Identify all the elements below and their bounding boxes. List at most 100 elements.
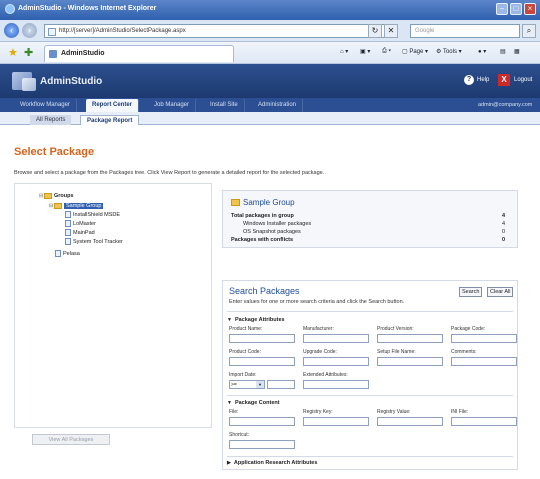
view-all-packages-button[interactable]: View All Packages xyxy=(32,434,110,445)
clear-all-button[interactable]: Clear All xyxy=(487,287,514,297)
search-icon[interactable]: ⌕ xyxy=(522,24,536,38)
package-icon xyxy=(65,211,71,219)
tree-node-package[interactable]: LoMaster xyxy=(65,220,96,229)
tree-node-package[interactable]: System Tool Tracker xyxy=(65,238,123,247)
product-name-input[interactable] xyxy=(229,334,295,343)
page-icon xyxy=(48,28,56,36)
tab-job-manager[interactable]: Job Manager xyxy=(148,99,197,112)
close-window-button[interactable]: × xyxy=(524,3,536,15)
upgrade-code-input[interactable] xyxy=(303,357,369,366)
tools-menu[interactable]: ⚙ Tools ▾ xyxy=(436,48,462,55)
folder-icon xyxy=(54,202,62,209)
registry-value-input[interactable] xyxy=(377,417,443,426)
page-menu[interactable]: ▢ Page ▾ xyxy=(402,48,428,55)
package-code-input[interactable] xyxy=(451,334,517,343)
summary-row: OS Snapshot packages 0 xyxy=(243,229,513,235)
summary-label: Total packages in group xyxy=(231,213,294,219)
manufacturer-input[interactable] xyxy=(303,334,369,343)
stop-icon[interactable]: ✕ xyxy=(384,24,398,38)
product-code-input[interactable] xyxy=(229,357,295,366)
extended-attributes-input[interactable] xyxy=(303,380,369,389)
extended-attributes-label: Extended Attributes: xyxy=(303,372,348,378)
help-icon[interactable]: ? xyxy=(464,75,474,85)
tab-workflow-manager[interactable]: Workflow Manager xyxy=(14,99,77,112)
divider xyxy=(227,456,513,457)
product-name-label: Product Name: xyxy=(229,326,263,332)
product-version-input[interactable] xyxy=(377,334,443,343)
app-header: AdminStudio ? Help X Logout xyxy=(0,64,540,98)
browser-search-input[interactable]: Google xyxy=(410,24,520,38)
summary-value: 4 xyxy=(501,213,505,219)
address-bar-row: ‹ › http://[server]/AdminStudio/SelectPa… xyxy=(0,20,540,42)
search-title: Search Packages xyxy=(229,286,300,296)
address-input[interactable]: http://[server]/AdminStudio/SelectPackag… xyxy=(44,24,394,38)
extra-toolbar-icon[interactable]: ▦ xyxy=(514,48,520,55)
subtab-package-report[interactable]: Package Report xyxy=(80,115,140,125)
add-favorite-icon[interactable]: ✚ xyxy=(24,46,33,59)
tree-node-other[interactable]: Pelasa xyxy=(55,250,80,259)
back-button[interactable]: ‹ xyxy=(4,23,19,38)
import-date-operator-select[interactable]: >= ▼ xyxy=(229,380,265,389)
print-icon[interactable]: ⎙ ▾ xyxy=(382,48,391,55)
summary-row: Windows Installer packages 4 xyxy=(243,221,513,227)
logout-icon[interactable]: X xyxy=(498,74,510,86)
setup-file-name-input[interactable] xyxy=(377,357,443,366)
collapse-arrow-icon[interactable]: ▼ xyxy=(227,400,232,406)
group-summary-panel: Sample Group Total packages in group 4 Wi… xyxy=(222,190,518,248)
section-package-attributes[interactable]: ▼ Package Attributes xyxy=(227,317,285,323)
import-date-operator-value: >= xyxy=(231,382,237,388)
manufacturer-label: Manufacturer: xyxy=(303,326,334,332)
tab-page-icon xyxy=(49,50,57,58)
research-icon[interactable]: ▤ xyxy=(500,48,506,55)
search-button[interactable]: Search xyxy=(459,287,483,297)
search-hint: Enter values for one or more search crit… xyxy=(229,299,405,305)
browser-tab[interactable]: AdminStudio xyxy=(44,45,234,62)
section-package-content[interactable]: ▼ Package Content xyxy=(227,400,280,406)
feeds-icon[interactable]: ▣ ▾ xyxy=(360,48,370,55)
import-date-input[interactable] xyxy=(267,380,295,389)
section-label: Package Content xyxy=(234,400,280,406)
maximize-button[interactable]: □ xyxy=(510,3,522,15)
section-application-research[interactable]: ▶ Application Research Attributes xyxy=(227,460,317,466)
tree-node-package[interactable]: MainPad xyxy=(65,229,95,238)
tools-menu-label: Tools xyxy=(442,49,457,55)
file-input[interactable] xyxy=(229,417,295,426)
tree-package-label: InstallShield MSDE xyxy=(73,212,121,218)
search-packages-panel: Search Packages Enter values for one or … xyxy=(222,280,518,470)
tab-report-center[interactable]: Report Center xyxy=(86,99,140,112)
summary-label: Packages with conflicts xyxy=(231,237,294,243)
internet-explorer-icon xyxy=(5,4,15,14)
section-label: Package Attributes xyxy=(234,317,285,323)
tree-node-package[interactable]: InstallShield MSDE xyxy=(65,211,120,220)
registry-key-label: Registry Key: xyxy=(303,409,333,415)
refresh-icon[interactable]: ↻ xyxy=(368,24,382,38)
shortcut-input[interactable] xyxy=(229,440,295,449)
ini-file-input[interactable] xyxy=(451,417,517,426)
chevron-down-icon: ▼ xyxy=(256,381,264,388)
summary-value: 4 xyxy=(501,221,505,227)
minimize-button[interactable]: – xyxy=(496,3,508,15)
home-icon[interactable]: ⌂ ▾ xyxy=(340,48,348,55)
user-email: admin@company.com xyxy=(478,102,533,108)
tab-install-site[interactable]: Install Site xyxy=(204,99,245,112)
help-link[interactable]: Help xyxy=(477,77,489,83)
registry-key-input[interactable] xyxy=(303,417,369,426)
tree-node-groups[interactable]: ⊟ Groups xyxy=(39,192,74,201)
comments-input[interactable] xyxy=(451,357,517,366)
tab-administration[interactable]: Administration xyxy=(252,99,304,112)
package-icon xyxy=(55,250,61,258)
summary-value: 0 xyxy=(501,237,505,243)
import-date-label: Import Date: xyxy=(229,372,257,378)
tree-other-label: Pelasa xyxy=(63,251,80,257)
group-summary-title: Sample Group xyxy=(243,198,295,207)
forward-button[interactable]: › xyxy=(22,23,37,38)
favorites-bar: ★ ✚ AdminStudio ⌂ ▾ ▣ ▾ ⎙ ▾ ▢ Page ▾ ⚙ T… xyxy=(0,42,540,64)
help-menu-icon[interactable]: ● ▾ xyxy=(478,48,486,55)
subtab-all-reports[interactable]: All Reports xyxy=(30,115,72,125)
logout-link[interactable]: Logout xyxy=(514,77,532,83)
expand-arrow-icon[interactable]: ▶ xyxy=(227,460,231,466)
collapse-arrow-icon[interactable]: ▼ xyxy=(227,317,232,323)
tree-node-sample-group[interactable]: ⊟ Sample Group xyxy=(49,202,104,211)
favorites-star-icon[interactable]: ★ xyxy=(8,46,18,59)
address-text: http://[server]/AdminStudio/SelectPackag… xyxy=(59,28,186,34)
